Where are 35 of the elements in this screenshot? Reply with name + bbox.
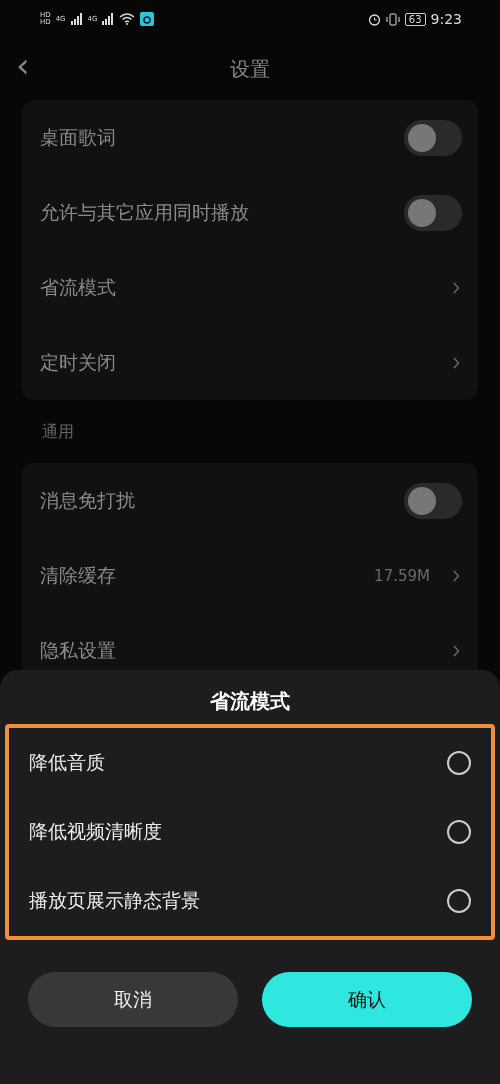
confirm-button[interactable]: 确认 [262,972,472,1027]
option-label: 播放页展示静态背景 [29,888,200,914]
signal-icon [70,13,83,25]
setting-label: 隐私设置 [40,637,117,663]
chevron-icon[interactable] [452,356,460,369]
radio-button[interactable] [447,889,471,914]
setting-label: 定时关闭 [40,349,117,375]
signal-icon [102,13,115,25]
app-icon [140,12,155,26]
setting-value: 17.59M [374,566,430,585]
setting-label: 省流模式 [40,274,117,300]
chevron-icon[interactable] [452,281,460,294]
setting-label: 清除缓存 [40,562,117,588]
setting-label: 桌面歌词 [40,124,117,150]
toggle-switch[interactable] [404,119,462,156]
chevron-icon[interactable] [452,644,460,657]
option-label: 降低音质 [29,749,105,775]
option-label: 降低视频清晰度 [29,819,162,844]
vibrate-icon [385,12,400,26]
toggle-switch[interactable] [404,482,462,519]
sheet-title: 省流模式 [209,688,291,715]
battery-indicator: 63 [404,12,426,26]
toggle-switch[interactable] [404,194,462,231]
radio-button[interactable] [447,820,471,844]
page-title: 设置 [230,55,270,83]
radio-button[interactable] [447,750,471,775]
back-button[interactable]: ‹ [16,48,30,82]
wifi-icon [119,13,136,25]
clock: 9:23 [430,11,462,27]
setting-label: 允许与其它应用同时播放 [40,199,250,225]
setting-label: 消息免打扰 [40,487,136,513]
cancel-button[interactable]: 取消 [28,972,238,1027]
chevron-icon[interactable] [452,569,460,582]
section-label: 通用 [41,421,75,443]
alarm-icon [367,12,381,26]
